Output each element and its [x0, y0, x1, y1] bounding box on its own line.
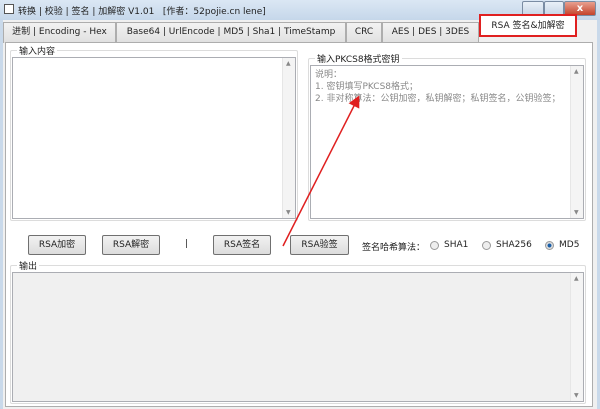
annotation-arrow [282, 95, 360, 247]
